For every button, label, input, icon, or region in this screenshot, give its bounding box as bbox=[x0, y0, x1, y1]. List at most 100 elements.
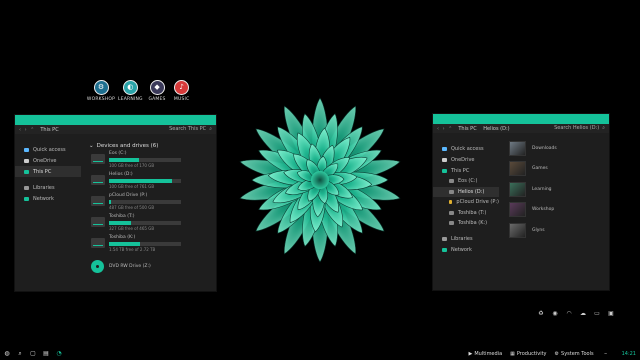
drive-item[interactable]: pCloud Drive (P:) 487 GB free of 500 GB bbox=[89, 193, 210, 212]
folder-item[interactable]: Downloads bbox=[509, 138, 605, 159]
network-icon bbox=[442, 248, 447, 252]
search-icon[interactable]: ⌕ bbox=[602, 125, 605, 131]
drive-item[interactable]: Helios (D:) 100 GB free of 761 GB bbox=[89, 172, 210, 191]
sidebar-item-label: OneDrive bbox=[451, 156, 475, 163]
folder-item[interactable]: Learning bbox=[509, 179, 605, 200]
drive-free-space: 100 GB free of 170 GB bbox=[109, 163, 155, 168]
dock-item-workshop[interactable]: ⚙ WORKSHOP bbox=[86, 80, 116, 108]
window-title-bar[interactable] bbox=[15, 115, 216, 125]
dock-label: WORKSHOP bbox=[86, 97, 116, 102]
search-box[interactable]: Search Helios (D:) ⌕ bbox=[554, 125, 605, 131]
folder-icon[interactable]: ▭ bbox=[593, 309, 601, 317]
app-dock: ⚙ WORKSHOP ◐ LEARNING ◆ GAMES ♪ MUSIC bbox=[86, 80, 192, 108]
taskbar-minimize-icon[interactable]: – bbox=[602, 350, 610, 358]
music-icon: ♪ bbox=[174, 80, 190, 95]
start-icon[interactable]: ◍ bbox=[3, 350, 11, 358]
drive-icon bbox=[449, 179, 454, 184]
library-icon bbox=[24, 185, 29, 190]
folder-item[interactable]: Glyns bbox=[509, 220, 605, 241]
recycle-icon[interactable]: ♻ bbox=[537, 309, 545, 317]
address-bar[interactable]: This PC Helios (D:) bbox=[458, 126, 509, 132]
drive-name: Eos (C:) bbox=[109, 151, 127, 156]
hard-drive-icon bbox=[91, 196, 105, 206]
search-box[interactable]: Search This PC ⌕ bbox=[169, 126, 212, 132]
folder-item[interactable]: Games bbox=[509, 159, 605, 180]
drive-item[interactable]: Toshiba (K:) 1.54 TB free of 2.72 TB bbox=[89, 235, 210, 254]
dvd-drive[interactable]: DVD RW Drive (Z:) bbox=[89, 260, 210, 273]
nav-arrows-icon[interactable]: ‹ › ⌃ bbox=[19, 127, 35, 133]
nav-bar: ‹ › ⌃ This PC Search This PC ⌕ bbox=[15, 125, 216, 134]
wifi-icon[interactable]: ◠ bbox=[565, 309, 573, 317]
sidebar-item-helios-d[interactable]: Helios (D:) bbox=[433, 186, 499, 197]
search-input[interactable]: Search Helios (D:) bbox=[554, 125, 599, 131]
sidebar-item-pcloud-drive-p[interactable]: pCloud Drive (P:) bbox=[433, 197, 499, 208]
folder-thumbnail bbox=[509, 202, 526, 218]
clock[interactable]: 14:21 bbox=[622, 351, 636, 357]
computer-icon bbox=[442, 168, 447, 173]
taskbar-group-system-tools[interactable]: ⚙ System Tools bbox=[555, 351, 594, 357]
sidebar-item-label: This PC bbox=[451, 167, 470, 174]
sidebar-item-quick-access[interactable]: Quick access bbox=[433, 143, 499, 154]
drive-free-space: 487 GB free of 500 GB bbox=[109, 205, 155, 210]
sidebar-item-libraries[interactable]: Libraries bbox=[15, 182, 81, 193]
folder-item[interactable]: Workshop bbox=[509, 200, 605, 221]
drive-item[interactable]: Eos (C:) 100 GB free of 170 GB bbox=[89, 151, 210, 170]
browser-icon[interactable]: ◔ bbox=[55, 350, 63, 358]
address-bar[interactable]: This PC bbox=[40, 127, 58, 133]
cloud-icon bbox=[24, 158, 29, 163]
search-icon[interactable]: ⌕ bbox=[209, 126, 212, 132]
sidebar-item-onedrive[interactable]: OneDrive bbox=[433, 154, 499, 165]
folder-thumbnail bbox=[509, 140, 526, 156]
sidebar-item-libraries[interactable]: Libraries bbox=[433, 234, 499, 245]
drive-usage-fill bbox=[109, 242, 140, 246]
sidebar-item-label: Toshiba (T:) bbox=[458, 209, 487, 216]
chat-icon[interactable]: ◉ bbox=[551, 309, 559, 317]
sidebar-item-label: pCloud Drive (P:) bbox=[456, 199, 499, 206]
dock-item-games[interactable]: ◆ GAMES bbox=[147, 80, 168, 108]
cloud-icon bbox=[442, 157, 447, 162]
search-input[interactable]: Search This PC bbox=[169, 126, 206, 132]
library-icon bbox=[442, 237, 447, 241]
taskbar-group-multimedia[interactable]: ▶ Multimedia bbox=[468, 351, 502, 357]
cloud-icon[interactable]: ☁ bbox=[579, 309, 587, 317]
dock-label: LEARNING bbox=[118, 97, 143, 102]
games-icon: ◆ bbox=[149, 80, 165, 95]
sidebar-item-label: Quick access bbox=[451, 145, 484, 152]
window-title-bar[interactable] bbox=[433, 114, 609, 124]
sidebar-item-quick-access[interactable]: Quick access bbox=[15, 144, 81, 155]
hard-drive-icon bbox=[91, 217, 105, 227]
folder-thumbnail bbox=[509, 181, 526, 197]
learning-icon: ◐ bbox=[122, 80, 138, 95]
drive-icon bbox=[449, 221, 454, 226]
breadcrumb-this-pc[interactable]: This PC bbox=[458, 126, 476, 132]
drive-item[interactable]: Toshiba (T:) 327 GB free of 465 GB bbox=[89, 214, 210, 233]
display-icon[interactable]: ▣ bbox=[607, 309, 615, 317]
task-view-icon[interactable]: ▢ bbox=[29, 350, 37, 358]
section-header[interactable]: ⌄ Devices and drives (6) bbox=[89, 139, 210, 149]
nav-arrows-icon[interactable]: ‹ › ⌃ bbox=[437, 126, 453, 132]
explorer-window-helios[interactable]: ‹ › ⌃ This PC Helios (D:) Search Helios … bbox=[432, 113, 610, 291]
breadcrumb-helios[interactable]: Helios (D:) bbox=[483, 126, 509, 132]
search-icon[interactable]: ⌕ bbox=[16, 350, 24, 358]
sidebar-item-network[interactable]: Network bbox=[433, 245, 499, 256]
sidebar-item-toshiba-t[interactable]: Toshiba (T:) bbox=[433, 208, 499, 219]
sidebar-item-eos-c[interactable]: Eos (C:) bbox=[433, 176, 499, 187]
dock-item-learning[interactable]: ◐ LEARNING bbox=[118, 80, 143, 108]
sidebar-item-onedrive[interactable]: OneDrive bbox=[15, 155, 81, 166]
star-icon bbox=[442, 146, 447, 151]
store-icon[interactable]: ▤ bbox=[42, 350, 50, 358]
briefcase-icon: ▦ bbox=[510, 350, 515, 357]
folder-thumbnail bbox=[509, 222, 526, 238]
sidebar-item-this-pc[interactable]: This PC bbox=[433, 165, 499, 176]
desktop-tray: ♻ ◉ ◠ ☁ ▭ ▣ bbox=[537, 309, 615, 317]
hard-drive-icon bbox=[91, 175, 105, 185]
sidebar-item-toshiba-k[interactable]: Toshiba (K:) bbox=[433, 218, 499, 229]
nav-pane: Quick access OneDrive This PC Libraries Netw… bbox=[15, 139, 81, 204]
explorer-window-this-pc[interactable]: ‹ › ⌃ This PC Search This PC ⌕ Quick acc… bbox=[14, 114, 217, 292]
taskbar-group-productivity[interactable]: ▦ Productivity bbox=[510, 351, 546, 357]
sidebar-item-network[interactable]: Network bbox=[15, 193, 81, 204]
sidebar-item-this-pc[interactable]: This PC bbox=[15, 166, 81, 177]
dock-item-music[interactable]: ♪ MUSIC bbox=[171, 80, 192, 108]
star-icon bbox=[24, 147, 29, 152]
nav-pane: Quick access OneDrive This PC Eos (C:) Helio… bbox=[433, 138, 499, 256]
